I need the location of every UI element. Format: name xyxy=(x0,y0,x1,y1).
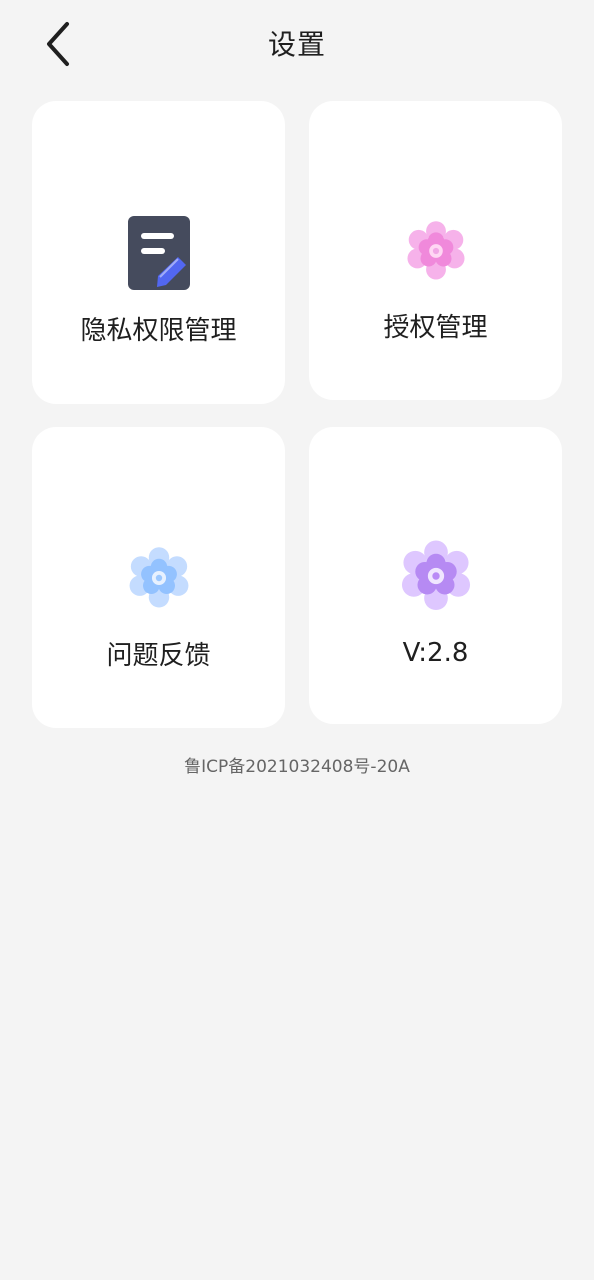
document-edit-icon xyxy=(127,216,190,290)
blue-flower-icon xyxy=(129,547,188,608)
pink-flower-icon xyxy=(406,221,465,280)
privacy-permissions-label: 隐私权限管理 xyxy=(80,316,237,346)
version-card[interactable]: V:2.8 xyxy=(309,427,562,724)
purple-flower-icon xyxy=(401,540,470,611)
page-title: 设置 xyxy=(267,28,326,61)
feedback-label: 问题反馈 xyxy=(106,641,211,671)
authorization-label: 授权管理 xyxy=(383,313,488,343)
authorization-card[interactable]: 授权管理 xyxy=(309,101,562,400)
privacy-permissions-card[interactable]: 隐私权限管理 xyxy=(32,101,285,404)
settings-grid: 隐私权限管理 授权管理 问题反馈 V:2.8 xyxy=(32,101,562,731)
icp-footer-text: 鲁ICP备2021032408号-20A xyxy=(184,757,410,777)
version-label: V:2.8 xyxy=(402,638,469,668)
top-bar: 设置 xyxy=(0,0,594,92)
feedback-card[interactable]: 问题反馈 xyxy=(32,427,285,728)
